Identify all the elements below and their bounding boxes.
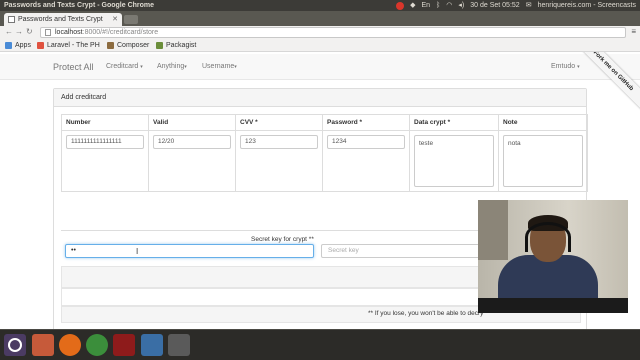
browser-tab-bar: Passwords and Texts Crypt ✕ — [0, 11, 640, 26]
url-path: :8000/#!/creditcard/store — [82, 29, 159, 36]
os-top-bar: Passwords and Texts Crypt - Google Chrom… — [0, 0, 640, 11]
editor-icon[interactable] — [168, 334, 190, 356]
bookmark-label: Apps — [15, 42, 31, 49]
column-header: Valid — [148, 114, 236, 131]
app-navbar: Protect All Creditcard ▾ Anything▾ Usern… — [0, 54, 640, 80]
window-title: Passwords and Texts Crypt - Google Chrom… — [4, 2, 155, 9]
cvv-input[interactable]: 123 — [240, 135, 318, 149]
new-tab-button[interactable] — [124, 15, 138, 24]
laravel-icon — [37, 42, 44, 49]
caret-down-icon: ▾ — [234, 64, 237, 70]
data-crypt-textarea[interactable]: teste — [414, 135, 494, 187]
note-textarea[interactable]: nota — [503, 135, 583, 187]
webcam-desk — [478, 298, 628, 313]
note-cell: nota — [498, 130, 588, 192]
wifi-icon[interactable]: ◠ — [446, 0, 452, 11]
number-cell: 1111111111111111 — [61, 130, 149, 192]
apps-grid-icon — [5, 42, 12, 49]
terminal-icon[interactable] — [141, 334, 163, 356]
dropbox-icon[interactable]: ◆ — [410, 0, 415, 11]
bookmark-label: Laravel - The PH — [47, 42, 100, 49]
nav-label: Emtudo — [551, 63, 576, 70]
packagist-icon — [156, 42, 163, 49]
browser-tab[interactable]: Passwords and Texts Crypt ✕ — [4, 13, 122, 26]
column-header: Number — [61, 114, 149, 131]
close-tab-icon[interactable]: ✕ — [112, 13, 118, 26]
chrome-menu-icon[interactable]: ≡ — [631, 27, 636, 36]
column-header: Note — [498, 114, 588, 131]
reload-icon[interactable]: ↻ — [26, 27, 33, 36]
bookmark-packagist[interactable]: Packagist — [156, 39, 196, 52]
app-brand[interactable]: Protect All — [53, 62, 94, 72]
text-cursor-icon: I — [136, 247, 139, 256]
clock[interactable]: 30 de Set 05:52 — [470, 0, 519, 11]
bookmarks-bar: Apps Laravel - The PH Composer Packagist — [0, 39, 640, 52]
url-host: localhost — [55, 29, 83, 36]
nav-label: Username — [202, 63, 235, 70]
tab-title: Passwords and Texts Crypt — [18, 16, 103, 23]
bookmark-composer[interactable]: Composer — [107, 39, 149, 52]
address-bar: ← → ↻ localhost:8000/#!/creditcard/store… — [0, 26, 640, 39]
url-input[interactable]: localhost:8000/#!/creditcard/store — [40, 27, 626, 38]
cvv-cell: 123 — [235, 130, 323, 192]
footnote-text: ** If you lose, you won't be able to dec… — [368, 310, 484, 317]
nav-label: Creditcard — [106, 63, 139, 70]
data-crypt-cell: teste — [409, 130, 499, 192]
nav-label: Anything — [157, 63, 185, 70]
nav-user-emtudo[interactable]: Emtudo ▾ — [551, 63, 580, 70]
webcam-overlay — [478, 200, 628, 313]
forward-icon[interactable]: → — [15, 27, 23, 36]
column-header: CVV * — [235, 114, 323, 131]
chrome-icon[interactable] — [86, 334, 108, 356]
user-menu[interactable]: henriquereis.com - Screencasts — [538, 0, 636, 11]
secret-key-label: Secret key for crypt ** — [251, 236, 314, 243]
page-favicon-icon — [8, 16, 15, 23]
ubuntu-logo-icon — [8, 338, 22, 352]
ubuntu-launcher — [0, 329, 640, 360]
screen-recorder-icon[interactable] — [113, 334, 135, 356]
bluetooth-icon[interactable]: ᛒ — [436, 0, 440, 11]
bookmark-label: Packagist — [166, 42, 197, 49]
nav-anything[interactable]: Anything▾ — [157, 63, 187, 70]
composer-icon — [107, 42, 114, 49]
nav-username[interactable]: Username▾ — [202, 63, 237, 70]
caret-down-icon: ▾ — [184, 64, 187, 70]
column-header: Data crypt * — [409, 114, 499, 131]
number-input[interactable]: 1111111111111111 — [66, 135, 144, 149]
page-info-icon[interactable] — [45, 29, 51, 36]
nav-creditcard[interactable]: Creditcard ▾ — [106, 63, 143, 70]
secret-key-input[interactable]: •• — [65, 244, 314, 258]
password-cell: 1234 — [322, 130, 410, 192]
caret-down-icon: ▾ — [577, 64, 580, 70]
creditcard-form-table: Number Valid CVV * Password * Data crypt… — [61, 114, 588, 192]
ubuntu-dash-icon[interactable] — [4, 334, 26, 356]
bookmark-laravel[interactable]: Laravel - The PH — [37, 39, 100, 52]
valid-input[interactable]: 12/20 — [153, 135, 231, 149]
password-input[interactable]: 1234 — [327, 135, 405, 149]
system-tray: ◆ En ᛒ ◠ ◂) 30 de Set 05:52 ✉ henriquere… — [396, 0, 636, 11]
back-icon[interactable]: ← — [5, 27, 13, 36]
mail-icon[interactable]: ✉ — [526, 0, 532, 11]
record-icon[interactable] — [396, 2, 405, 10]
bookmark-label: Composer — [117, 42, 150, 49]
column-header: Password * — [322, 114, 410, 131]
valid-cell: 12/20 — [148, 130, 236, 192]
firefox-icon[interactable] — [59, 334, 81, 356]
webcam-shelf — [478, 200, 508, 260]
files-icon[interactable] — [32, 334, 54, 356]
caret-down-icon: ▾ — [140, 64, 143, 70]
panel-heading: Add creditcard — [54, 89, 586, 107]
bookmark-apps[interactable]: Apps — [5, 39, 31, 52]
headset-icon — [525, 222, 571, 252]
volume-icon[interactable]: ◂) — [458, 0, 464, 11]
keyboard-icon[interactable]: En — [422, 0, 431, 11]
